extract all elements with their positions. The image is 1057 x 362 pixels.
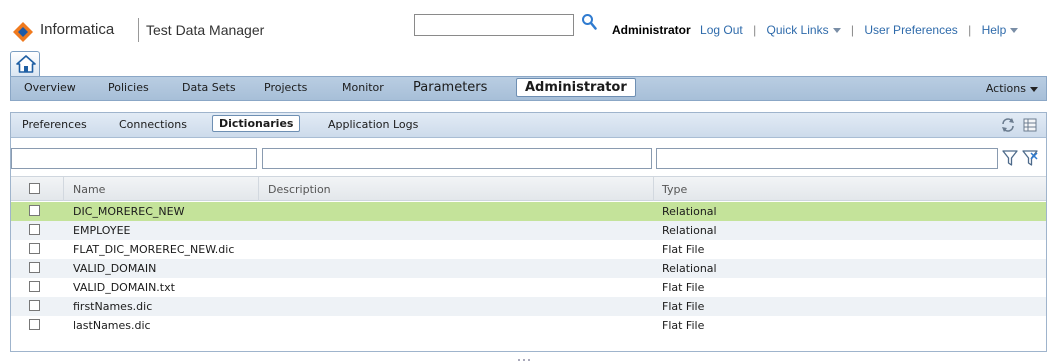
table-header: Name Description Type [11,176,1046,201]
nav-policies[interactable]: Policies [108,81,149,94]
quick-links-label: Quick Links [766,23,829,37]
row-checkbox[interactable] [29,319,40,330]
type-filter-input[interactable] [656,148,998,169]
nav-administrator[interactable]: Administrator [516,78,636,97]
nav-monitor[interactable]: Monitor [342,81,384,94]
column-divider [63,177,64,201]
actions-menu[interactable]: Actions [986,82,1038,95]
product-name: Test Data Manager [146,22,265,38]
row-name: EMPLOYEE [73,224,131,237]
filter-icon[interactable] [1002,149,1018,167]
row-type: Flat File [662,243,705,256]
column-settings-icon[interactable] [1022,117,1038,133]
row-name: FLAT_DIC_MOREREC_NEW.dic [73,243,235,256]
help-label: Help [981,23,1007,37]
clear-filter-icon[interactable] [1022,149,1038,167]
search-icon[interactable] [581,13,597,31]
select-all-checkbox[interactable] [29,183,40,194]
row-name: DIC_MOREREC_NEW [73,205,185,218]
column-header-description[interactable]: Description [268,183,331,196]
help-menu[interactable]: Help [982,23,1019,37]
row-name: VALID_DOMAIN.txt [73,281,175,294]
row-name: VALID_DOMAIN [73,262,157,275]
row-type: Relational [662,262,717,275]
nav-parameters[interactable]: Parameters [413,80,487,95]
subtab-dictionaries[interactable]: Dictionaries [212,115,301,132]
informatica-logo-icon [13,22,33,42]
nav-overview[interactable]: Overview [24,81,76,94]
row-checkbox[interactable] [29,205,40,216]
home-icon [16,55,36,73]
link-divider: | [753,23,757,37]
logout-link[interactable]: Log Out [700,23,743,37]
table-row[interactable]: lastNames.dic Flat File [11,316,1046,335]
column-header-type[interactable]: Type [662,183,687,196]
table-row[interactable]: DIC_MOREREC_NEW Relational [11,202,1046,221]
column-divider [258,177,259,201]
link-divider: | [850,23,855,37]
table-row[interactable]: VALID_DOMAIN Relational [11,259,1046,278]
row-type: Relational [662,205,717,218]
row-type: Flat File [662,319,705,332]
nav-projects[interactable]: Projects [264,81,307,94]
table-row[interactable]: EMPLOYEE Relational [11,221,1046,240]
nav-data-sets[interactable]: Data Sets [182,81,236,94]
name-filter-input[interactable] [11,148,257,169]
column-header-name[interactable]: Name [73,183,105,196]
home-tab[interactable] [10,51,40,76]
top-links: Administrator Log Out | Quick Links | Us… [612,23,1019,37]
table-row[interactable]: firstNames.dic Flat File [11,297,1046,316]
chevron-down-icon [1030,86,1038,92]
row-type: Relational [662,224,717,237]
app-header: Informatica Test Data Manager Administra… [0,0,1057,58]
table-row[interactable]: VALID_DOMAIN.txt Flat File [11,278,1046,297]
chevron-down-icon [1010,28,1019,34]
brand-name: Informatica [40,21,115,38]
chevron-down-icon [832,28,841,34]
link-divider: | [968,23,972,37]
row-checkbox[interactable] [29,262,40,273]
table-row[interactable]: FLAT_DIC_MOREREC_NEW.dic Flat File [11,240,1046,259]
panel-resize-handle[interactable] [518,351,540,361]
global-search-input[interactable] [414,14,574,36]
description-filter-input[interactable] [262,148,652,169]
subtab-connections[interactable]: Connections [119,118,187,131]
current-user: Administrator [612,23,691,37]
quick-links-menu[interactable]: Quick Links [767,23,841,37]
sub-nav: Preferences Connections Dictionaries App… [11,113,1046,138]
row-name: lastNames.dic [73,319,151,332]
brand-divider [138,18,139,42]
subtab-application-logs[interactable]: Application Logs [328,118,418,131]
row-checkbox[interactable] [29,224,40,235]
row-type: Flat File [662,300,705,313]
user-preferences-link[interactable]: User Preferences [864,23,957,37]
row-checkbox[interactable] [29,281,40,292]
column-divider [653,177,654,201]
refresh-icon[interactable] [1000,117,1016,133]
row-type: Flat File [662,281,705,294]
row-name: firstNames.dic [73,300,153,313]
subtab-preferences[interactable]: Preferences [22,118,87,131]
main-nav: Overview Policies Data Sets Projects Mon… [10,76,1047,101]
row-checkbox[interactable] [29,300,40,311]
actions-label: Actions [985,82,1026,95]
dictionaries-panel: Preferences Connections Dictionaries App… [10,112,1047,352]
row-checkbox[interactable] [29,243,40,254]
